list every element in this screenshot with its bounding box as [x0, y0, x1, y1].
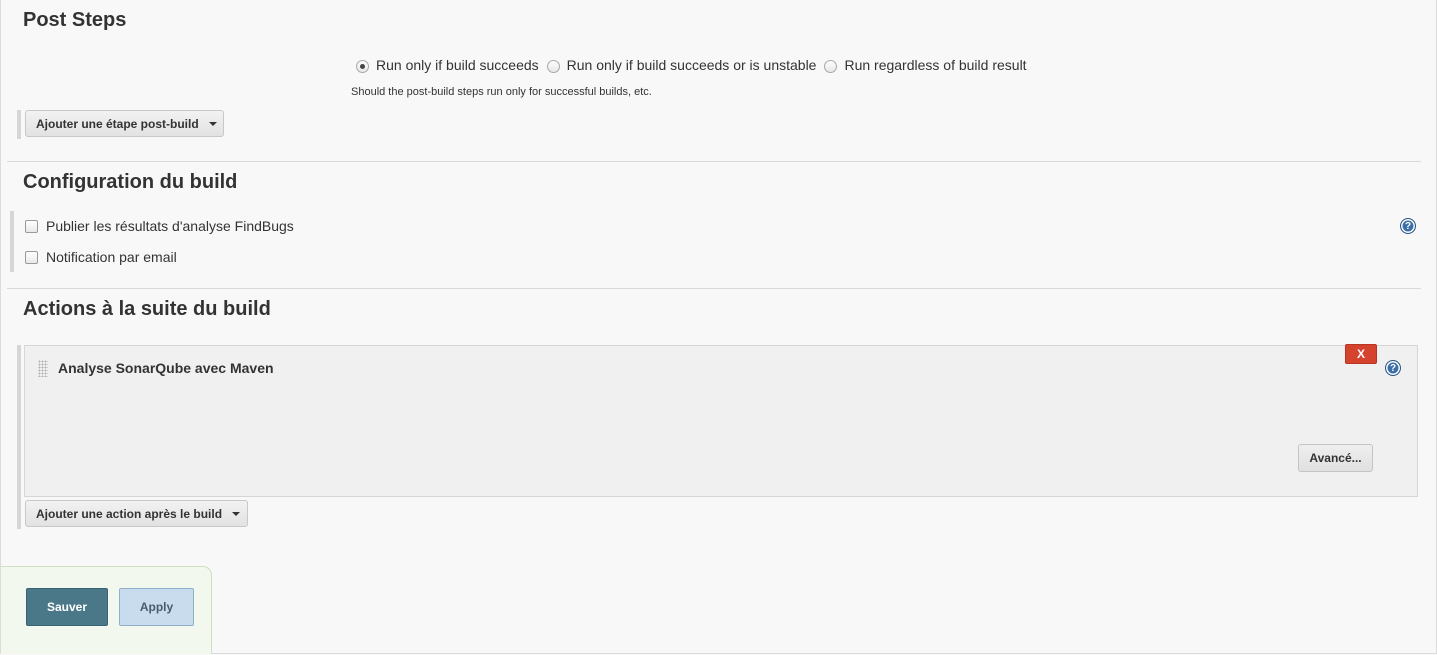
help-icon[interactable]: ?	[1385, 360, 1401, 376]
add-post-build-action-label: Ajouter une action après le build	[36, 506, 223, 521]
section-divider	[7, 161, 1421, 162]
radio-label: Run regardless of build result	[844, 57, 1027, 73]
delete-action-button[interactable]: X	[1345, 344, 1377, 364]
drag-handle-icon[interactable]	[38, 360, 48, 377]
apply-button[interactable]: Apply	[119, 588, 194, 626]
radio-label: Run only if build succeeds	[376, 57, 539, 73]
email-notification-option[interactable]: Notification par email	[25, 249, 177, 265]
findbugs-option[interactable]: Publier les résultats d'analyse FindBugs	[25, 218, 294, 234]
section-left-bar	[17, 345, 21, 529]
radio-label: Run only if build succeeds or is unstabl…	[566, 57, 817, 73]
save-button[interactable]: Sauver	[26, 588, 108, 626]
post-build-actions-title: Actions à la suite du build	[23, 298, 271, 320]
email-notification-label: Notification par email	[46, 249, 177, 265]
radio-button[interactable]	[824, 60, 838, 73]
build-config-title: Configuration du build	[23, 171, 238, 193]
add-post-build-step-button[interactable]: Ajouter une étape post-build	[25, 110, 224, 137]
add-post-build-action-button[interactable]: Ajouter une action après le build	[25, 500, 248, 527]
section-divider	[7, 288, 1421, 289]
email-notification-checkbox[interactable]	[25, 250, 38, 264]
section-left-bar	[17, 110, 21, 139]
radio-button-checked[interactable]	[356, 60, 369, 73]
config-page: Post Steps Run only if build succeeds Ru…	[0, 0, 1437, 654]
sonarqube-panel-title: Analyse SonarQube avec Maven	[58, 360, 274, 376]
caret-down-icon	[208, 121, 217, 126]
sonarqube-maven-panel: Analyse SonarQube avec Maven X Avancé...	[24, 344, 1418, 497]
add-post-build-step-label: Ajouter une étape post-build	[36, 116, 199, 131]
findbugs-checkbox[interactable]	[25, 219, 38, 233]
radio-button[interactable]	[546, 60, 560, 73]
caret-down-icon	[232, 511, 241, 516]
findbugs-label: Publier les résultats d'analyse FindBugs	[46, 218, 294, 234]
section-left-bar	[10, 211, 14, 272]
post-steps-title: Post Steps	[23, 9, 127, 31]
radio-run-if-succeeds[interactable]: Run only if build succeeds	[356, 57, 539, 73]
radio-run-if-succeeds-or-unstable[interactable]: Run only if build succeeds or is unstabl…	[546, 57, 817, 73]
post-steps-radio-group: Run only if build succeeds Run only if b…	[356, 57, 1035, 73]
radio-run-regardless[interactable]: Run regardless of build result	[824, 57, 1027, 73]
post-steps-hint: Should the post-build steps run only for…	[351, 86, 652, 98]
advanced-button[interactable]: Avancé...	[1298, 444, 1373, 472]
help-icon[interactable]: ?	[1400, 218, 1416, 234]
